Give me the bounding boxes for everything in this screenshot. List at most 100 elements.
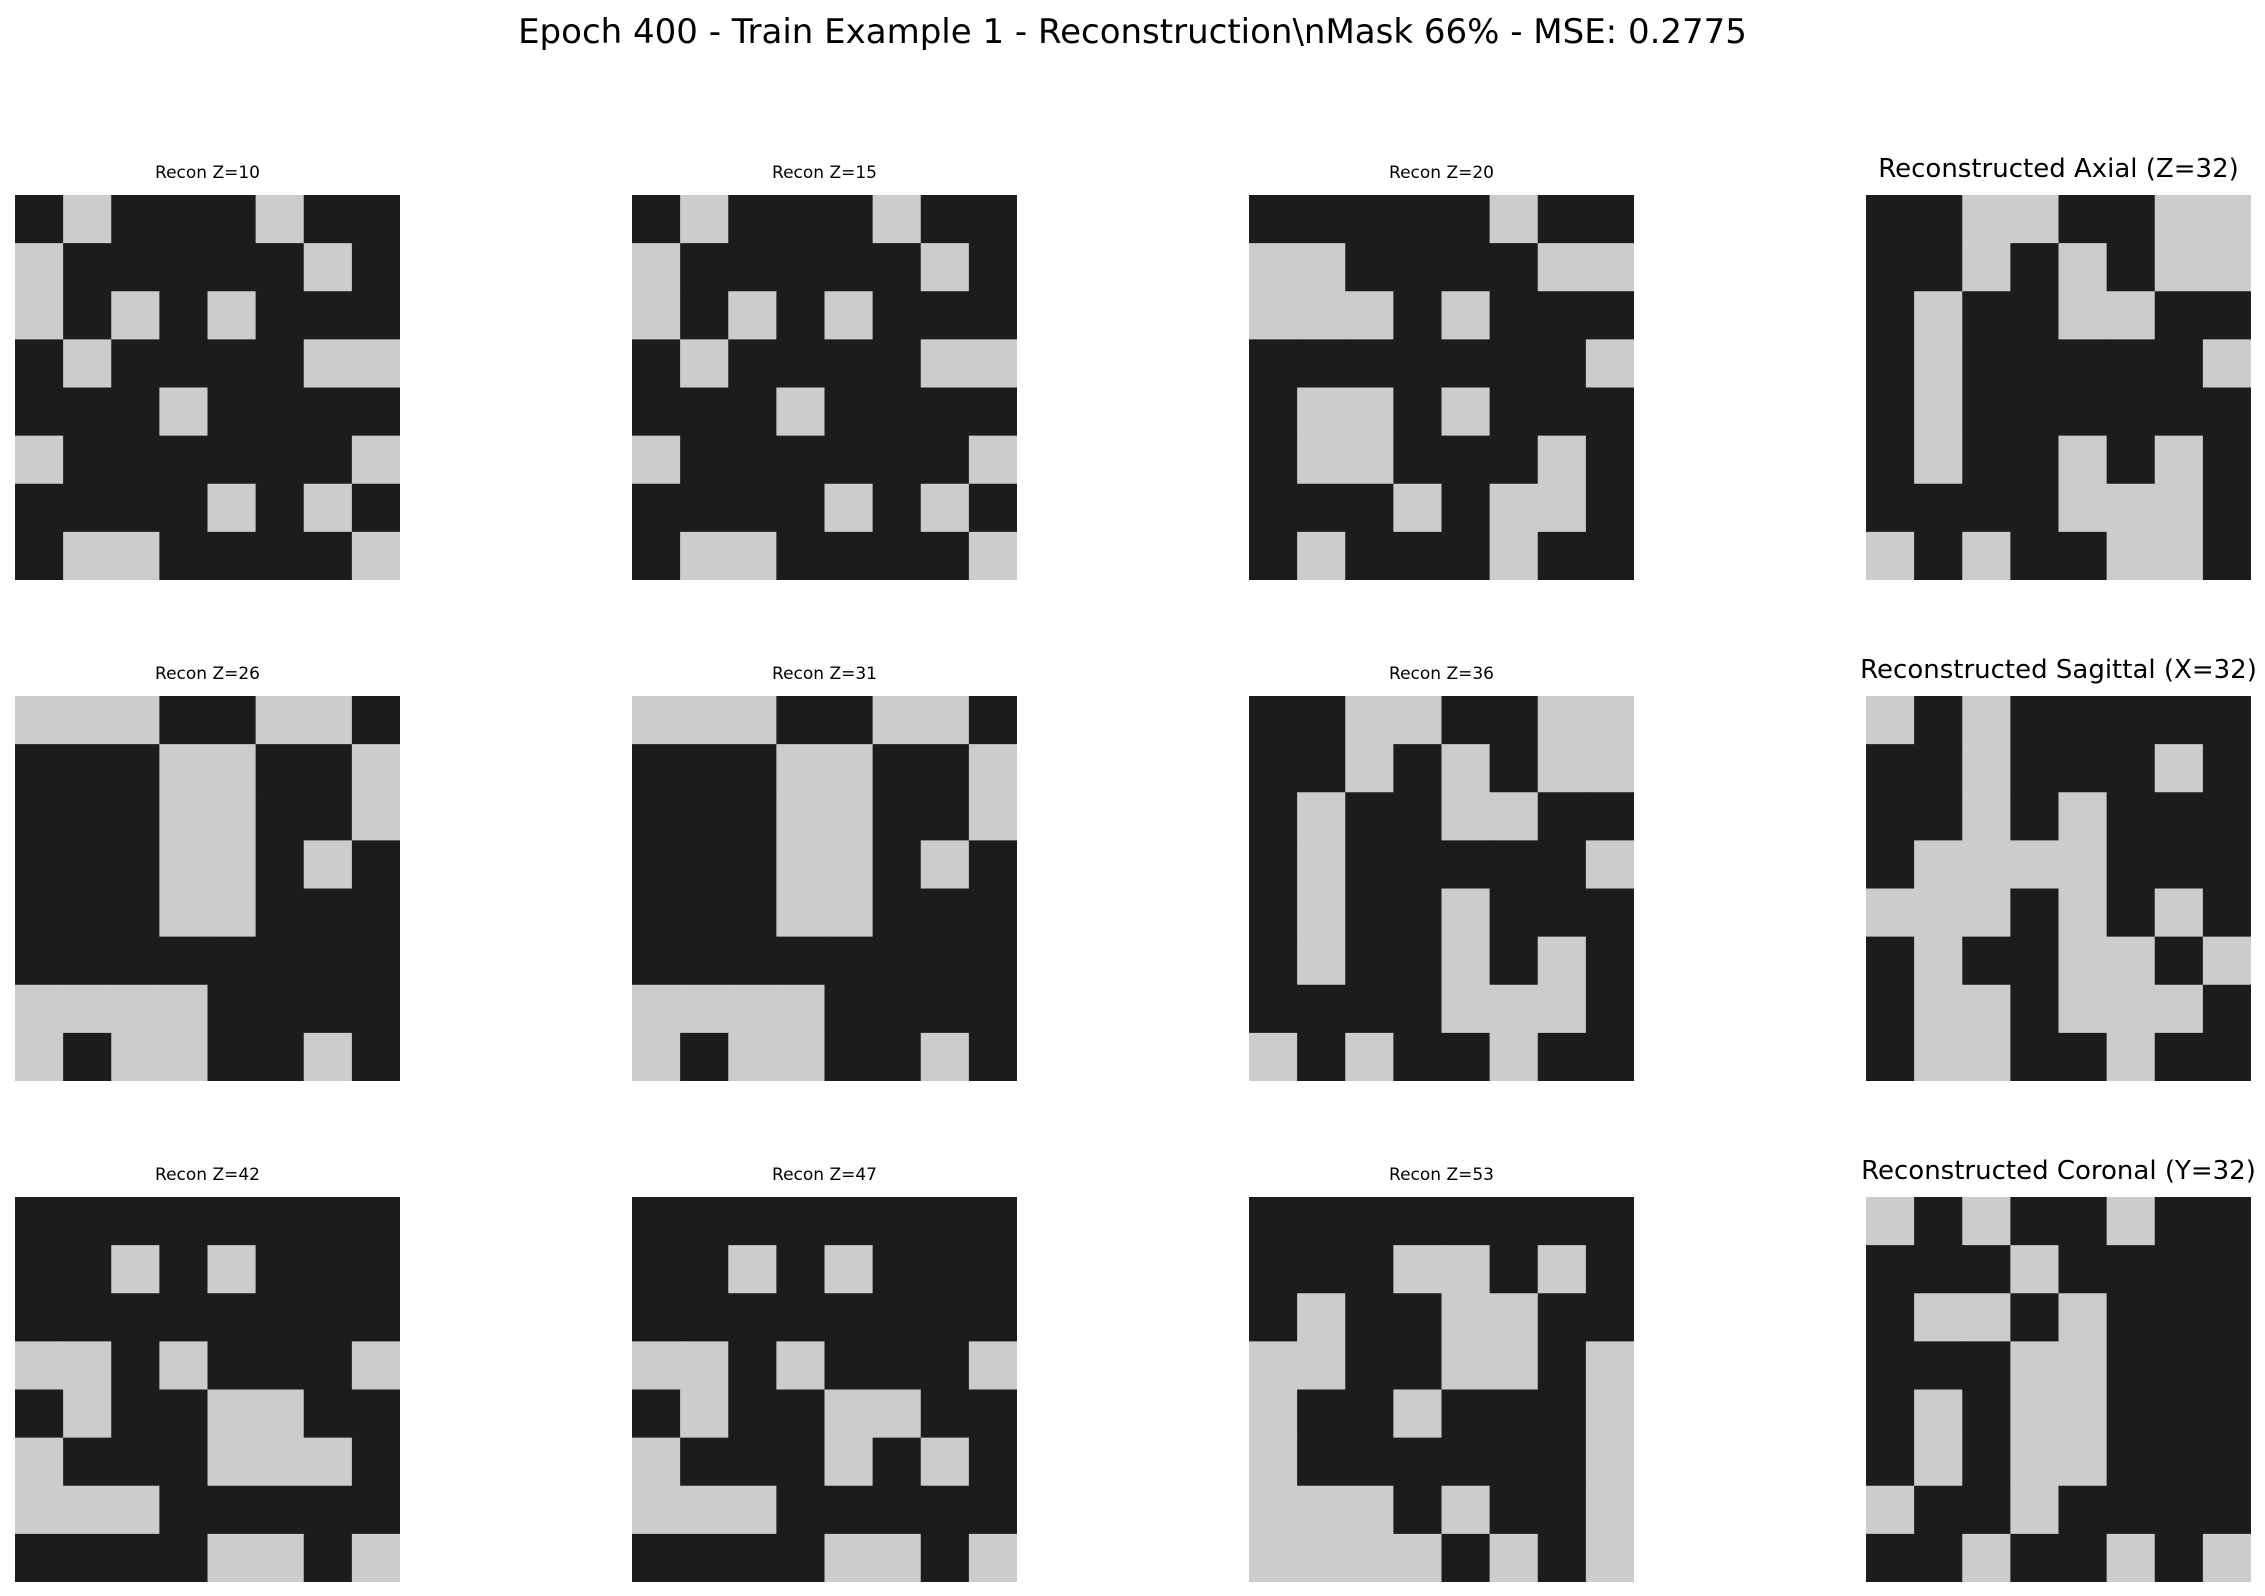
grid-cell-dark <box>255 435 305 485</box>
grid-cell-dark <box>1866 195 1915 244</box>
grid-cell-dark <box>111 1389 160 1439</box>
grid-cell-dark <box>63 840 112 890</box>
grid-cell-dark <box>872 1197 922 1246</box>
grid-cell-light <box>1585 1533 1634 1582</box>
grid-cell-light <box>2058 243 2108 292</box>
grid-cell-dark <box>1866 1533 1915 1582</box>
grid-cell-dark <box>351 696 400 745</box>
grid-cell-dark <box>1393 936 1443 986</box>
grid-cell-light <box>1345 435 1394 485</box>
grid-cell-light <box>2106 984 2156 1034</box>
grid-cell-light <box>920 483 970 533</box>
grid-cell-dark <box>2154 387 2204 437</box>
grid-cell-dark <box>824 387 874 437</box>
grid-cell-light <box>1297 291 1346 340</box>
grid-cell-dark <box>63 387 112 437</box>
grid-cell-dark <box>1441 339 1491 389</box>
grid-cell-light <box>207 888 257 938</box>
grid-cell-light <box>2154 483 2204 533</box>
grid-cell-dark <box>159 195 209 244</box>
grid-cell-dark <box>255 387 305 437</box>
grid-cell-dark <box>632 1245 681 1294</box>
grid-cell-dark <box>1249 387 1298 437</box>
grid-cell-dark <box>2106 1389 2156 1439</box>
grid-cell-dark <box>207 1341 257 1391</box>
grid-cell-light <box>1585 1341 1634 1391</box>
grid-cell-dark <box>1393 1437 1443 1487</box>
grid-cell-dark <box>111 435 160 485</box>
grid-cell-dark <box>2202 792 2251 841</box>
grid-cell-light <box>1585 339 1634 389</box>
grid-cell-dark <box>2106 1341 2156 1391</box>
grid-cell-light <box>920 339 970 389</box>
grid-cell-light <box>2058 291 2108 340</box>
grid-cell-dark <box>2010 936 2060 986</box>
grid-cell-dark <box>968 840 1017 890</box>
grid-cell-dark <box>968 1437 1017 1487</box>
grid-cell-dark <box>303 1197 353 1246</box>
grid-cell-light <box>255 1389 305 1439</box>
grid-cell-light <box>680 1389 729 1439</box>
grid-cell-light <box>632 1437 681 1487</box>
grid-cell-dark <box>1249 792 1298 841</box>
grid-cell-light <box>2106 1032 2156 1081</box>
grid-cell-light <box>2058 984 2108 1034</box>
grid-cell-dark <box>1297 984 1346 1034</box>
grid-cell-light <box>1297 936 1346 986</box>
grid-cell-light <box>207 291 257 340</box>
grid-cell-dark <box>728 387 777 437</box>
grid-cell-dark <box>2106 792 2156 841</box>
grid-cell-light <box>255 696 305 745</box>
grid-cell-light <box>351 1533 400 1582</box>
grid-cell-dark <box>872 1437 922 1487</box>
grid-cell-dark <box>63 243 112 292</box>
grid-cell-dark <box>920 1485 970 1535</box>
grid-cell-dark <box>2106 840 2156 890</box>
grid-cell-light <box>2154 195 2204 244</box>
grid-cell-dark <box>1393 840 1443 890</box>
grid-cell-dark <box>63 435 112 485</box>
grid-cell-light <box>63 531 112 580</box>
grid-cell-dark <box>1866 243 1915 292</box>
grid-cell-dark <box>968 1293 1017 1342</box>
grid-cell-light <box>1441 291 1491 340</box>
grid-cell-dark <box>824 339 874 389</box>
grid-cell-dark <box>920 1245 970 1294</box>
grid-cell-dark <box>159 936 209 986</box>
grid-cell-light <box>111 984 160 1034</box>
figure-suptitle: Epoch 400 - Train Example 1 - Reconstruc… <box>518 12 1747 52</box>
grid-cell-light <box>968 531 1017 580</box>
grid-cell-light <box>872 1389 922 1439</box>
grid-cell-light <box>1297 888 1346 938</box>
grid-cell-dark <box>111 1437 160 1487</box>
grid-cell-dark <box>2154 339 2204 389</box>
grid-cell-dark <box>351 1245 400 1294</box>
grid-cell-dark <box>1297 744 1346 793</box>
grid-cell-dark <box>1345 195 1394 244</box>
grid-cell-dark <box>15 792 64 841</box>
grid-cell-light <box>1297 840 1346 890</box>
grid-cell-light <box>1537 696 1587 745</box>
grid-cell-dark <box>680 1293 729 1342</box>
grid-cell-light <box>968 792 1017 841</box>
grid-cell-dark <box>824 1197 874 1246</box>
grid-cell-dark <box>303 984 353 1034</box>
grid-cell-dark <box>776 1389 826 1439</box>
grid-cell-light <box>776 792 826 841</box>
grid-cell-light <box>1585 1389 1634 1439</box>
grid-cell-dark <box>111 1197 160 1246</box>
grid-cell-dark <box>920 888 970 938</box>
grid-cell-light <box>63 1341 112 1391</box>
grid-cell-dark <box>680 483 729 533</box>
grid-cell-dark <box>2202 531 2251 580</box>
grid-cell-dark <box>2058 744 2108 793</box>
grid-cell-dark <box>63 1197 112 1246</box>
grid-cell-light <box>920 696 970 745</box>
grid-cell-light <box>2010 1341 2060 1391</box>
grid-cell-light <box>159 984 209 1034</box>
grid-cell-dark <box>680 888 729 938</box>
grid-cell-light <box>1345 1485 1394 1535</box>
grid-cell-dark <box>2010 387 2060 437</box>
grid-cell-dark <box>1441 243 1491 292</box>
panel-title: Reconstructed Coronal (Y=32) <box>1861 1156 2256 1186</box>
